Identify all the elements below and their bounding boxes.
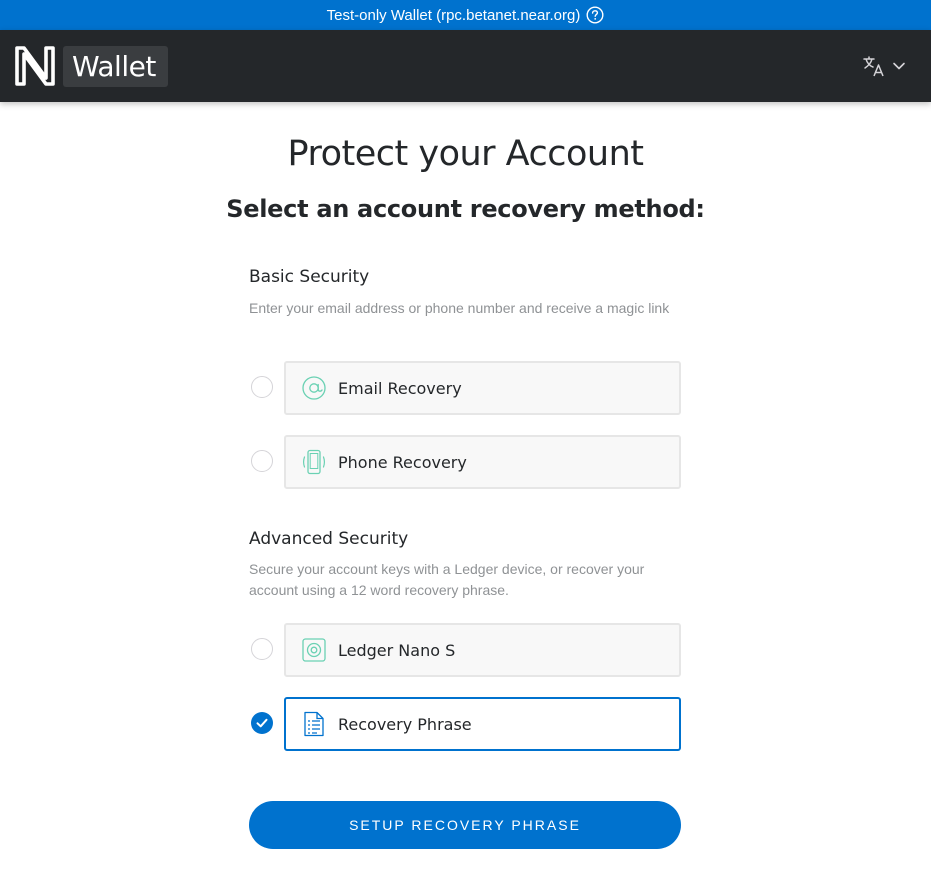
ledger-option[interactable]: Ledger Nano S [284, 623, 681, 677]
at-sign-icon [301, 375, 327, 401]
wallet-home-link[interactable]: Wallet [63, 46, 168, 87]
top-navbar: Wallet [0, 30, 931, 102]
language-selector[interactable] [862, 54, 914, 82]
ledger-radio[interactable] [251, 638, 273, 660]
chevron-down-icon [892, 59, 906, 78]
email-recovery-radio[interactable] [251, 376, 273, 398]
page-title: Protect your Account [287, 134, 644, 174]
phone-recovery-radio[interactable] [251, 450, 273, 472]
email-recovery-label: Email Recovery [338, 378, 462, 398]
recovery-phrase-radio[interactable] [251, 712, 273, 734]
banner-text: Test-only Wallet (rpc.betanet.near.org) [326, 6, 581, 24]
translate-icon [862, 54, 886, 83]
advanced-security-description: Secure your account keys with a Ledger d… [249, 561, 645, 598]
help-circle-icon[interactable] [586, 6, 604, 24]
test-network-banner: Test-only Wallet (rpc.betanet.near.org) [0, 0, 931, 30]
wallet-label: Wallet [72, 50, 156, 83]
setup-button-label: SETUP RECOVERY PHRASE [349, 817, 581, 833]
email-recovery-option[interactable]: Email Recovery [284, 361, 681, 415]
basic-security-heading: Basic Security [249, 267, 370, 287]
near-logo-icon[interactable] [14, 44, 56, 88]
ledger-icon [301, 637, 327, 663]
advanced-security-heading: Advanced Security [249, 529, 409, 549]
recovery-phrase-option[interactable]: Recovery Phrase [284, 697, 681, 751]
phone-icon [301, 449, 327, 475]
basic-security-description: Enter your email address or phone number… [249, 300, 670, 316]
recovery-phrase-label: Recovery Phrase [338, 714, 472, 734]
phone-recovery-option[interactable]: Phone Recovery [284, 435, 681, 489]
ledger-label: Ledger Nano S [338, 640, 456, 660]
checkmark-icon [256, 718, 268, 728]
page-subtitle: Select an account recovery method: [226, 195, 705, 223]
setup-recovery-phrase-button[interactable]: SETUP RECOVERY PHRASE [249, 801, 681, 849]
phone-recovery-label: Phone Recovery [338, 452, 467, 472]
document-icon [301, 711, 327, 737]
